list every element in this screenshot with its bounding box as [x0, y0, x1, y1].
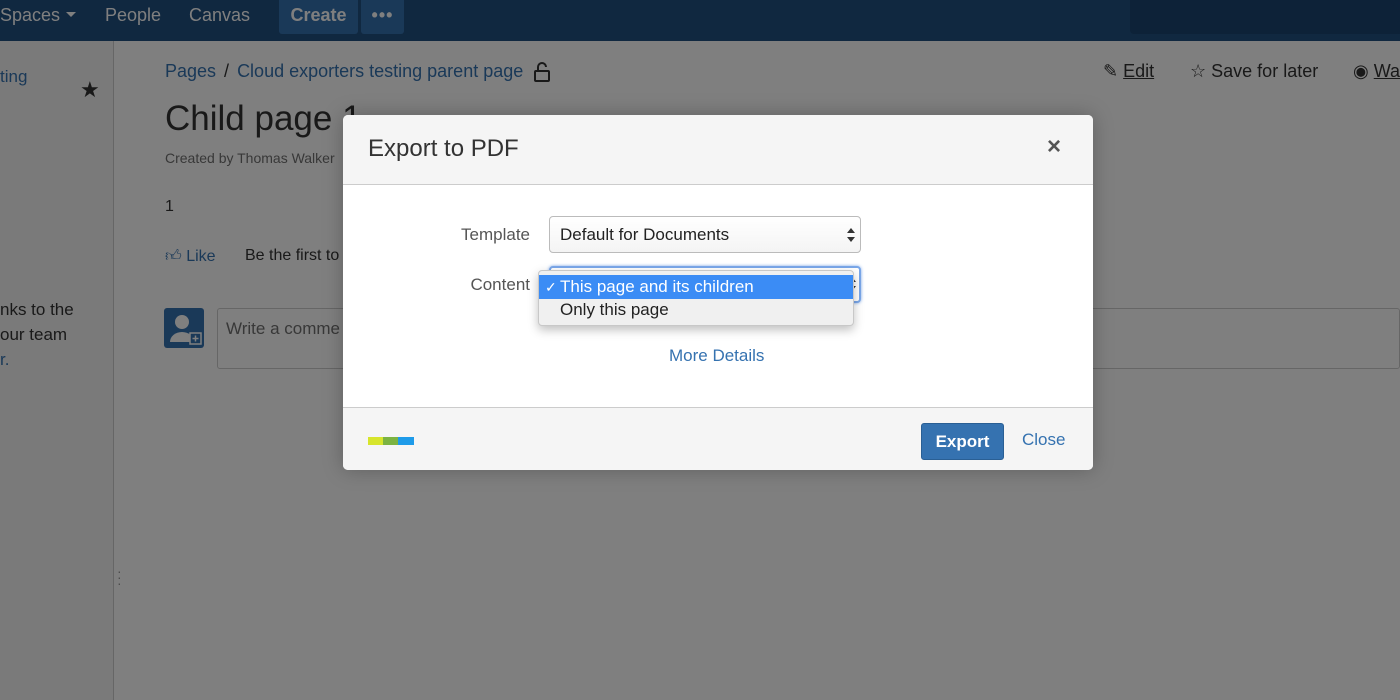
close-button[interactable]: Close: [1022, 430, 1065, 450]
select-arrows-icon: [847, 228, 855, 242]
checkmark-icon: ✓: [545, 279, 557, 295]
dialog-header: Export to PDF ×: [343, 115, 1093, 185]
close-icon[interactable]: ×: [1047, 135, 1061, 159]
content-dropdown-menu: ✓ This page and its children Only this p…: [538, 270, 854, 326]
template-label: Template: [461, 225, 530, 244]
more-details-link[interactable]: More Details: [669, 346, 764, 366]
option-label: Only this page: [560, 300, 669, 319]
content-option-only-this-page[interactable]: Only this page: [539, 298, 853, 322]
option-label: This page and its children: [560, 277, 754, 296]
dialog-footer: Export Close: [343, 407, 1093, 470]
content-label: Content: [470, 275, 530, 294]
export-pdf-dialog: Export to PDF × Template Default for Doc…: [343, 115, 1093, 470]
template-select-value: Default for Documents: [560, 225, 730, 244]
dialog-title: Export to PDF: [368, 135, 519, 162]
export-button[interactable]: Export: [921, 423, 1004, 460]
app-logo-icon: [368, 437, 414, 445]
template-select[interactable]: Default for Documents: [549, 216, 861, 253]
content-option-this-page-and-children[interactable]: ✓ This page and its children: [539, 275, 853, 299]
